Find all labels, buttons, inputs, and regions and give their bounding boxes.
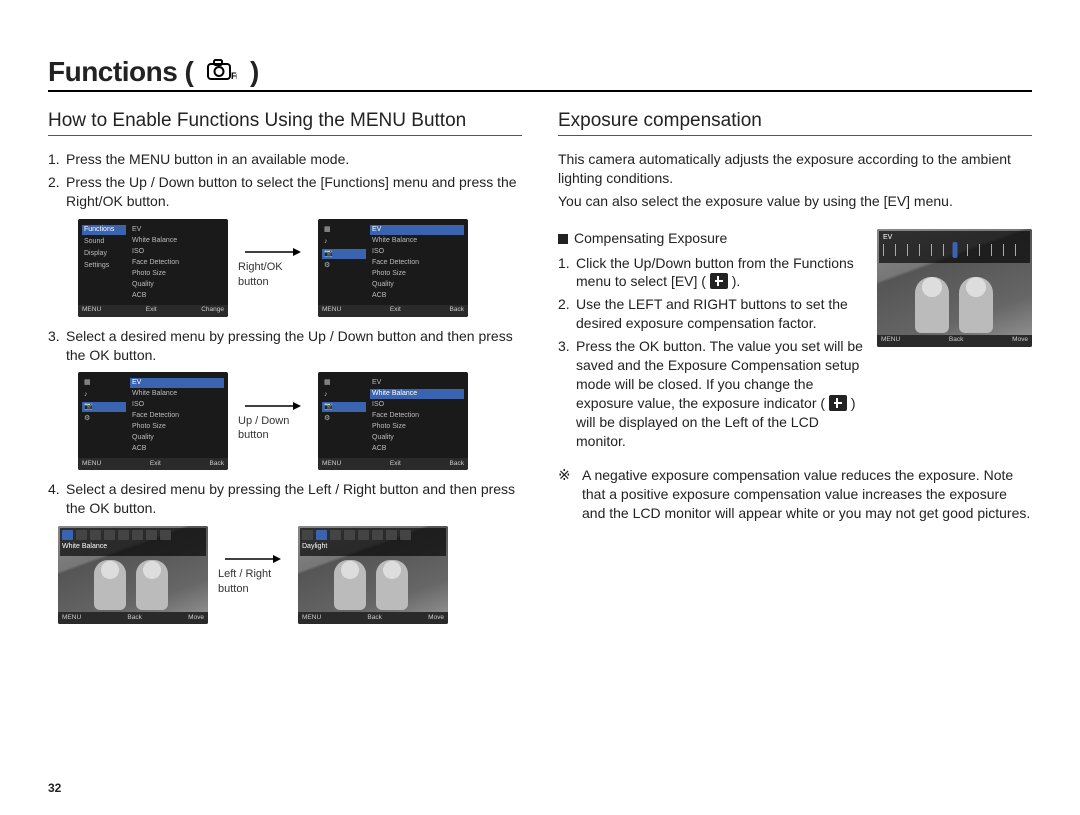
right-arrow-icon (243, 400, 303, 412)
left-step-4: 4. Select a desired menu by pressing the… (48, 480, 522, 518)
sidebar-item: Settings (82, 261, 126, 271)
sidebar-item: Functions (82, 225, 126, 235)
arrow-label-1: Right/OK button (238, 246, 308, 290)
right-body: This camera automatically adjusts the ex… (558, 150, 1032, 523)
figure-row-3: White Balance MENU Back Move (58, 526, 522, 624)
right-arrow-icon (223, 553, 283, 565)
page-number: 32 (48, 781, 61, 795)
right-step-1: 1. Click the Up/Down button from the Fun… (558, 254, 869, 292)
intro-1: This camera automatically adjusts the ex… (558, 150, 1032, 188)
right-step-2: 2. Use the LEFT and RIGHT buttons to set… (558, 295, 869, 333)
camera-fn-icon: Fn (207, 59, 237, 81)
left-step-1: 1. Press the MENU button in an available… (48, 150, 522, 169)
left-heading: How to Enable Functions Using the MENU B… (48, 110, 522, 136)
lcd-screenshot-5: White Balance MENU Back Move (58, 526, 208, 624)
manual-page: Functions ( Fn ) How to Enable Functions… (0, 0, 1080, 815)
right-heading: Exposure compensation (558, 110, 1032, 136)
reference-mark-icon: ※ (558, 466, 576, 523)
page-title-row: Functions ( Fn ) (48, 56, 1032, 92)
right-column: Exposure compensation This camera automa… (558, 110, 1032, 634)
right-step-3: 3. Press the OK button. The value you se… (558, 337, 869, 450)
two-columns: How to Enable Functions Using the MENU B… (48, 110, 1032, 634)
ev-icon (710, 273, 728, 289)
ev-icon (829, 395, 847, 411)
figure-row-1: Functions Sound Display Settings EV Whit… (78, 219, 522, 317)
sidebar-item: Display (82, 249, 126, 259)
ev-lcd-screenshot: EV MENU Back Move (877, 229, 1032, 347)
figure-row-2: ▦ ♪ 📷 ⚙ EV White Balance ISO Face Detect… (78, 372, 522, 470)
note: ※ A negative exposure compensation value… (558, 466, 1032, 523)
arrow-label-3: Left / Right button (218, 553, 288, 597)
left-column: How to Enable Functions Using the MENU B… (48, 110, 522, 634)
title-prefix: Functions ( (48, 56, 201, 87)
lcd-screenshot-1: Functions Sound Display Settings EV Whit… (78, 219, 228, 317)
intro-2: You can also select the exposure value b… (558, 192, 1032, 211)
square-bullet-icon (558, 234, 568, 244)
page-title: Functions ( Fn ) (48, 56, 259, 88)
lcd-screenshot-2: ▦ ♪ 📷 ⚙ EV White Balance ISO Face Detect… (318, 219, 468, 317)
left-step-2: 2. Press the Up / Down button to select … (48, 173, 522, 211)
arrow-label-2: Up / Down button (238, 400, 308, 444)
lcd-screenshot-4: ▦ ♪ 📷 ⚙ EV White Balance ISO Face Detect… (318, 372, 468, 470)
compensating-block: EV MENU Back Move Compensating Exposure (558, 229, 1032, 455)
title-suffix: ) (250, 56, 259, 87)
sidebar-item: Sound (82, 237, 126, 247)
right-arrow-icon (243, 246, 303, 258)
lcd-screenshot-3: ▦ ♪ 📷 ⚙ EV White Balance ISO Face Detect… (78, 372, 228, 470)
left-step-3: 3. Select a desired menu by pressing the… (48, 327, 522, 365)
left-body: 1. Press the MENU button in an available… (48, 150, 522, 624)
svg-text:Fn: Fn (231, 71, 237, 81)
ev-scale-icon (883, 244, 1026, 256)
menu-icon: MENU (82, 306, 101, 315)
lcd-screenshot-6: Daylight MENU Back Move (298, 526, 448, 624)
